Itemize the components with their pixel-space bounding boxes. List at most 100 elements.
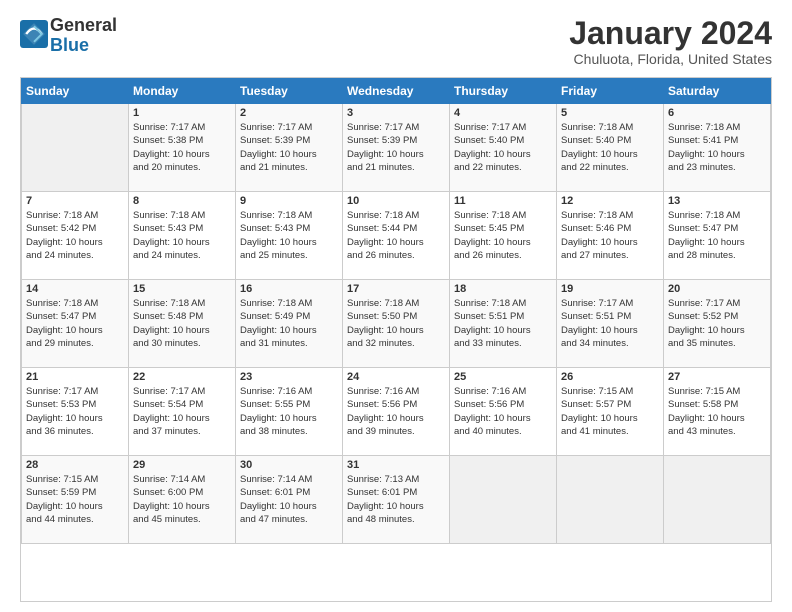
day-number: 3 <box>347 107 445 119</box>
cell-content: Sunrise: 7:13 AM Sunset: 6:01 PM Dayligh… <box>347 473 445 526</box>
calendar-subtitle: Chuluota, Florida, United States <box>569 51 772 67</box>
calendar-title: January 2024 <box>569 16 772 51</box>
calendar-cell <box>450 456 557 544</box>
day-number: 21 <box>26 371 124 383</box>
cell-content: Sunrise: 7:17 AM Sunset: 5:53 PM Dayligh… <box>26 385 124 438</box>
calendar-cell: 7Sunrise: 7:18 AM Sunset: 5:42 PM Daylig… <box>22 192 129 280</box>
calendar-week-row: 1 Sunrise: 7:17 AM Sunset: 5:38 PM Daylig… <box>22 104 771 192</box>
day-number: 2 <box>240 107 338 119</box>
logo: General Blue <box>20 16 117 56</box>
cell-content: Sunrise: 7:18 AM Sunset: 5:45 PM Dayligh… <box>454 209 552 262</box>
day-number: 25 <box>454 371 552 383</box>
cell-content: Sunrise: 7:14 AM Sunset: 6:01 PM Dayligh… <box>240 473 338 526</box>
calendar-cell: 27 Sunrise: 7:15 AM Sunset: 5:58 PM Dayli… <box>664 368 771 456</box>
cell-content: Sunrise: 7:16 AM Sunset: 5:56 PM Dayligh… <box>347 385 445 438</box>
cell-content: Sunrise: 7:18 AM Sunset: 5:41 PM Dayligh… <box>668 121 766 174</box>
general-blue-logo-icon <box>20 20 48 48</box>
calendar-cell: 1 Sunrise: 7:17 AM Sunset: 5:38 PM Daylig… <box>129 104 236 192</box>
cell-content: Sunrise: 7:18 AM Sunset: 5:51 PM Dayligh… <box>454 297 552 350</box>
calendar-week-row: 28 Sunrise: 7:15 AM Sunset: 5:59 PM Dayli… <box>22 456 771 544</box>
day-number: 29 <box>133 459 231 471</box>
day-number: 24 <box>347 371 445 383</box>
cell-content: Sunrise: 7:16 AM Sunset: 5:56 PM Dayligh… <box>454 385 552 438</box>
calendar-cell: 25 Sunrise: 7:16 AM Sunset: 5:56 PM Dayli… <box>450 368 557 456</box>
cell-content: Sunrise: 7:18 AM Sunset: 5:43 PM Dayligh… <box>133 209 231 262</box>
day-number: 17 <box>347 283 445 295</box>
day-number: 6 <box>668 107 766 119</box>
day-number: 8 <box>133 195 231 207</box>
day-number: 27 <box>668 371 766 383</box>
day-of-week-header: Wednesday <box>343 79 450 104</box>
calendar-cell: 13Sunrise: 7:18 AM Sunset: 5:47 PM Dayli… <box>664 192 771 280</box>
day-number: 12 <box>561 195 659 207</box>
calendar-week-row: 7Sunrise: 7:18 AM Sunset: 5:42 PM Daylig… <box>22 192 771 280</box>
day-number: 18 <box>454 283 552 295</box>
title-block: January 2024 Chuluota, Florida, United S… <box>569 16 772 67</box>
page: General Blue January 2024 Chuluota, Flor… <box>0 0 792 612</box>
calendar-cell: 6 Sunrise: 7:18 AM Sunset: 5:41 PM Daylig… <box>664 104 771 192</box>
day-number: 31 <box>347 459 445 471</box>
cell-content: Sunrise: 7:17 AM Sunset: 5:54 PM Dayligh… <box>133 385 231 438</box>
calendar-cell: 30Sunrise: 7:14 AM Sunset: 6:01 PM Dayli… <box>236 456 343 544</box>
day-number: 10 <box>347 195 445 207</box>
day-of-week-header: Thursday <box>450 79 557 104</box>
day-number: 4 <box>454 107 552 119</box>
calendar-cell: 8 Sunrise: 7:18 AM Sunset: 5:43 PM Daylig… <box>129 192 236 280</box>
logo-line1: General <box>50 15 117 35</box>
day-number: 28 <box>26 459 124 471</box>
calendar-cell: 19Sunrise: 7:17 AM Sunset: 5:51 PM Dayli… <box>557 280 664 368</box>
day-number: 1 <box>133 107 231 119</box>
calendar-cell: 15Sunrise: 7:18 AM Sunset: 5:48 PM Dayli… <box>129 280 236 368</box>
day-of-week-header: Tuesday <box>236 79 343 104</box>
cell-content: Sunrise: 7:18 AM Sunset: 5:49 PM Dayligh… <box>240 297 338 350</box>
cell-content: Sunrise: 7:18 AM Sunset: 5:44 PM Dayligh… <box>347 209 445 262</box>
calendar-cell: 11Sunrise: 7:18 AM Sunset: 5:45 PM Dayli… <box>450 192 557 280</box>
calendar-cell: 4Sunrise: 7:17 AM Sunset: 5:40 PM Daylig… <box>450 104 557 192</box>
calendar-cell: 20Sunrise: 7:17 AM Sunset: 5:52 PM Dayli… <box>664 280 771 368</box>
day-number: 22 <box>133 371 231 383</box>
calendar-cell: 9 Sunrise: 7:18 AM Sunset: 5:43 PM Daylig… <box>236 192 343 280</box>
calendar-cell: 10 Sunrise: 7:18 AM Sunset: 5:44 PM Dayli… <box>343 192 450 280</box>
cell-content: Sunrise: 7:15 AM Sunset: 5:59 PM Dayligh… <box>26 473 124 526</box>
cell-content: Sunrise: 7:18 AM Sunset: 5:46 PM Dayligh… <box>561 209 659 262</box>
cell-content: Sunrise: 7:17 AM Sunset: 5:38 PM Dayligh… <box>133 121 231 174</box>
calendar-cell: 26Sunrise: 7:15 AM Sunset: 5:57 PM Dayli… <box>557 368 664 456</box>
day-number: 23 <box>240 371 338 383</box>
calendar-cell: 18 Sunrise: 7:18 AM Sunset: 5:51 PM Dayli… <box>450 280 557 368</box>
cell-content: Sunrise: 7:18 AM Sunset: 5:48 PM Dayligh… <box>133 297 231 350</box>
calendar-cell: 23 Sunrise: 7:16 AM Sunset: 5:55 PM Dayli… <box>236 368 343 456</box>
calendar-cell: 28 Sunrise: 7:15 AM Sunset: 5:59 PM Dayli… <box>22 456 129 544</box>
calendar-cell <box>557 456 664 544</box>
calendar-cell: 14Sunrise: 7:18 AM Sunset: 5:47 PM Dayli… <box>22 280 129 368</box>
calendar-cell <box>664 456 771 544</box>
header: General Blue January 2024 Chuluota, Flor… <box>20 16 772 67</box>
cell-content: Sunrise: 7:18 AM Sunset: 5:47 PM Dayligh… <box>26 297 124 350</box>
cell-content: Sunrise: 7:18 AM Sunset: 5:42 PM Dayligh… <box>26 209 124 262</box>
cell-content: Sunrise: 7:15 AM Sunset: 5:58 PM Dayligh… <box>668 385 766 438</box>
day-number: 26 <box>561 371 659 383</box>
calendar-cell: 31 Sunrise: 7:13 AM Sunset: 6:01 PM Dayli… <box>343 456 450 544</box>
calendar-cell: 2Sunrise: 7:17 AM Sunset: 5:39 PM Daylig… <box>236 104 343 192</box>
logo-text: General Blue <box>50 16 117 56</box>
calendar-cell <box>22 104 129 192</box>
logo-line2: Blue <box>50 35 89 55</box>
calendar-cell: 17 Sunrise: 7:18 AM Sunset: 5:50 PM Dayli… <box>343 280 450 368</box>
cell-content: Sunrise: 7:18 AM Sunset: 5:43 PM Dayligh… <box>240 209 338 262</box>
day-of-week-header: Sunday <box>22 79 129 104</box>
day-number: 16 <box>240 283 338 295</box>
day-number: 5 <box>561 107 659 119</box>
cell-content: Sunrise: 7:18 AM Sunset: 5:50 PM Dayligh… <box>347 297 445 350</box>
cell-content: Sunrise: 7:17 AM Sunset: 5:39 PM Dayligh… <box>347 121 445 174</box>
calendar-week-row: 14Sunrise: 7:18 AM Sunset: 5:47 PM Dayli… <box>22 280 771 368</box>
day-of-week-header: Friday <box>557 79 664 104</box>
cell-content: Sunrise: 7:18 AM Sunset: 5:40 PM Dayligh… <box>561 121 659 174</box>
cell-content: Sunrise: 7:16 AM Sunset: 5:55 PM Dayligh… <box>240 385 338 438</box>
calendar-cell: 22 Sunrise: 7:17 AM Sunset: 5:54 PM Dayli… <box>129 368 236 456</box>
day-of-week-header: Saturday <box>664 79 771 104</box>
calendar: SundayMondayTuesdayWednesdayThursdayFrid… <box>20 77 772 602</box>
calendar-cell: 24 Sunrise: 7:16 AM Sunset: 5:56 PM Dayli… <box>343 368 450 456</box>
day-number: 19 <box>561 283 659 295</box>
day-number: 9 <box>240 195 338 207</box>
cell-content: Sunrise: 7:14 AM Sunset: 6:00 PM Dayligh… <box>133 473 231 526</box>
calendar-cell: 29 Sunrise: 7:14 AM Sunset: 6:00 PM Dayli… <box>129 456 236 544</box>
